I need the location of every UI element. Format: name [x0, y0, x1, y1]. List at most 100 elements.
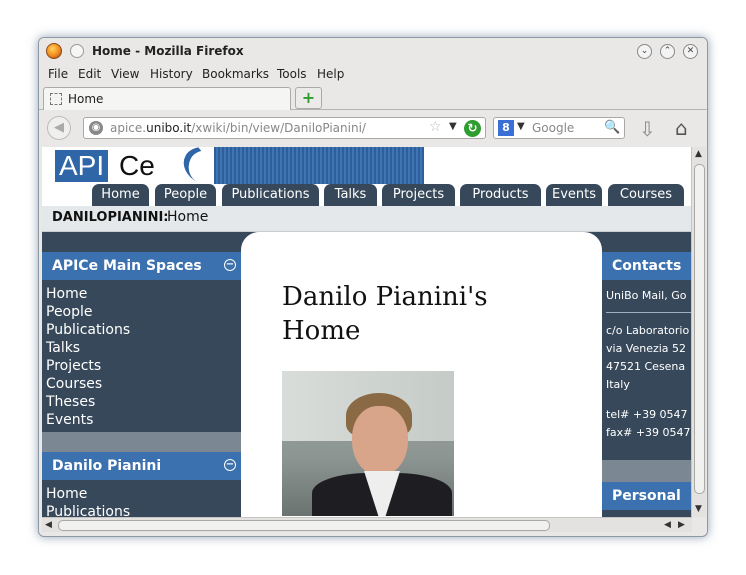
page-icon: [50, 93, 62, 105]
contact-divider: [606, 312, 692, 313]
user-link-home[interactable]: Home: [46, 486, 87, 502]
sidebar-link-home[interactable]: Home: [46, 286, 87, 302]
close-icon[interactable]: ✕: [683, 44, 698, 59]
search-bar[interactable]: 8 ▼ Google 🔍: [493, 117, 625, 139]
right-sidebar: Contacts UniBo Mail, Go c/o Laboratorio …: [602, 232, 692, 517]
tab-strip: Home +: [39, 86, 707, 110]
profile-photo: [282, 371, 454, 516]
nav-publications[interactable]: Publications: [222, 184, 319, 206]
page-viewport: API Ce Home People Publications Talks Pr…: [42, 147, 692, 517]
title-bar: Home - Mozilla Firefox ⌄ ⌃ ✕: [39, 38, 707, 64]
url-bar[interactable]: ◉ apice.unibo.it/xwiki/bin/view/DaniloPi…: [83, 117, 486, 139]
navigation-toolbar: ◀ ◉ apice.unibo.it/xwiki/bin/view/Danilo…: [39, 111, 707, 145]
spaces-panel-header[interactable]: APICe Main Spaces −: [42, 252, 241, 280]
contacts-panel-header[interactable]: Contacts: [602, 252, 692, 280]
nav-talks[interactable]: Talks: [324, 184, 377, 206]
pin-icon[interactable]: [70, 44, 84, 58]
url-prefix: apice.: [110, 121, 147, 135]
window-title: Home - Mozilla Firefox: [92, 44, 244, 58]
minimize-icon[interactable]: ⌄: [637, 44, 652, 59]
back-icon[interactable]: ◀: [47, 116, 71, 140]
horizontal-scrollbar[interactable]: ◀ ◀ ▶: [42, 517, 692, 532]
site-nav: Home People Publications Talks Projects …: [42, 184, 692, 206]
breadcrumb: DANILOPIANINI: Home: [42, 206, 692, 232]
sidebar-link-publications[interactable]: Publications: [46, 322, 130, 338]
nav-people[interactable]: People: [155, 184, 216, 206]
new-tab-button[interactable]: +: [295, 87, 322, 109]
contact-address-line: c/o Laboratorio: [606, 324, 690, 337]
page-title: Danilo Pianini's Home: [282, 282, 488, 346]
menu-file[interactable]: File: [48, 67, 68, 81]
banner-decoration: [214, 147, 424, 184]
user-panel-header[interactable]: Danilo Pianini −: [42, 452, 241, 480]
left-sidebar: APICe Main Spaces − Home People Publicat…: [42, 232, 241, 517]
contact-mail[interactable]: UniBo Mail, Go: [606, 289, 686, 302]
contact-fax: fax# +39 0547: [606, 426, 691, 439]
photo-face: [352, 406, 408, 476]
search-input[interactable]: Google: [532, 121, 574, 135]
apice-logo[interactable]: API Ce: [55, 147, 234, 192]
scroll-right-icon[interactable]: ▶: [678, 520, 685, 530]
bookmark-star-icon[interactable]: ☆: [429, 119, 442, 135]
menu-bar: File Edit View History Bookmarks Tools H…: [39, 65, 707, 85]
breadcrumb-page: Home: [167, 209, 209, 225]
panel-separator: [602, 460, 692, 482]
menu-edit[interactable]: Edit: [78, 67, 101, 81]
user-link-publications[interactable]: Publications: [46, 504, 130, 517]
nav-courses[interactable]: Courses: [608, 184, 684, 206]
url-text[interactable]: apice.unibo.it/xwiki/bin/view/DaniloPian…: [110, 121, 366, 135]
globe-icon: ◉: [89, 121, 103, 135]
nav-products[interactable]: Products: [460, 184, 541, 206]
breadcrumb-space[interactable]: DANILOPIANINI:: [52, 210, 169, 225]
vertical-scroll-thumb[interactable]: [694, 164, 705, 494]
logo-api: API: [55, 150, 109, 182]
browser-window: Home - Mozilla Firefox ⌄ ⌃ ✕ File Edit V…: [38, 37, 708, 537]
google-icon[interactable]: 8: [498, 120, 514, 136]
download-icon[interactable]: ⇩: [639, 117, 656, 141]
search-binoculars-icon[interactable]: 🔍: [604, 120, 620, 135]
menu-view[interactable]: View: [111, 67, 139, 81]
tab-label: Home: [68, 92, 104, 106]
menu-help[interactable]: Help: [317, 67, 344, 81]
chevron-down-icon[interactable]: ▼: [517, 121, 525, 132]
vertical-scrollbar[interactable]: ▲ ▼: [691, 147, 706, 517]
collapse-icon[interactable]: −: [224, 459, 236, 471]
sidebar-link-theses[interactable]: Theses: [46, 394, 95, 410]
menu-bookmarks[interactable]: Bookmarks: [202, 67, 269, 81]
maximize-icon[interactable]: ⌃: [660, 44, 675, 59]
firefox-icon: [46, 43, 62, 59]
personal-panel-header[interactable]: Personal: [602, 482, 692, 510]
sidebar-link-people[interactable]: People: [46, 304, 93, 320]
sidebar-link-events[interactable]: Events: [46, 412, 93, 428]
contact-address-line: Italy: [606, 378, 630, 391]
nav-events[interactable]: Events: [546, 184, 602, 206]
reload-icon[interactable]: ↻: [464, 120, 481, 137]
menu-tools[interactable]: Tools: [277, 67, 307, 81]
horizontal-scroll-thumb[interactable]: [58, 520, 550, 531]
scroll-up-icon[interactable]: ▲: [695, 149, 702, 159]
sidebar-link-courses[interactable]: Courses: [46, 376, 102, 392]
url-host: unibo.it: [146, 121, 192, 135]
sidebar-link-projects[interactable]: Projects: [46, 358, 101, 374]
contact-phone: tel# +39 0547: [606, 408, 688, 421]
logo-ce: Ce: [119, 150, 155, 181]
spaces-panel-title: APICe Main Spaces: [52, 258, 202, 274]
scroll-down-icon[interactable]: ▼: [695, 504, 702, 514]
main-content: Danilo Pianini's Home: [241, 232, 602, 517]
url-path: /xwiki/bin/view/DaniloPianini/: [191, 121, 366, 135]
nav-home[interactable]: Home: [92, 184, 149, 206]
site-banner: API Ce: [42, 147, 692, 192]
chevron-down-icon[interactable]: ▼: [449, 121, 457, 132]
sidebar-link-talks[interactable]: Talks: [46, 340, 80, 356]
panel-separator: [42, 432, 241, 452]
home-icon[interactable]: ⌂: [675, 116, 688, 140]
menu-history[interactable]: History: [150, 67, 193, 81]
nav-projects[interactable]: Projects: [382, 184, 455, 206]
contact-address-line: via Venezia 52: [606, 342, 687, 355]
tab-home[interactable]: Home: [43, 87, 291, 110]
scroll-left-icon[interactable]: ◀: [45, 520, 52, 530]
scroll-left-icon[interactable]: ◀: [664, 520, 671, 530]
contact-address-line: 47521 Cesena: [606, 360, 686, 373]
collapse-icon[interactable]: −: [224, 259, 236, 271]
user-panel-title: Danilo Pianini: [52, 458, 162, 474]
